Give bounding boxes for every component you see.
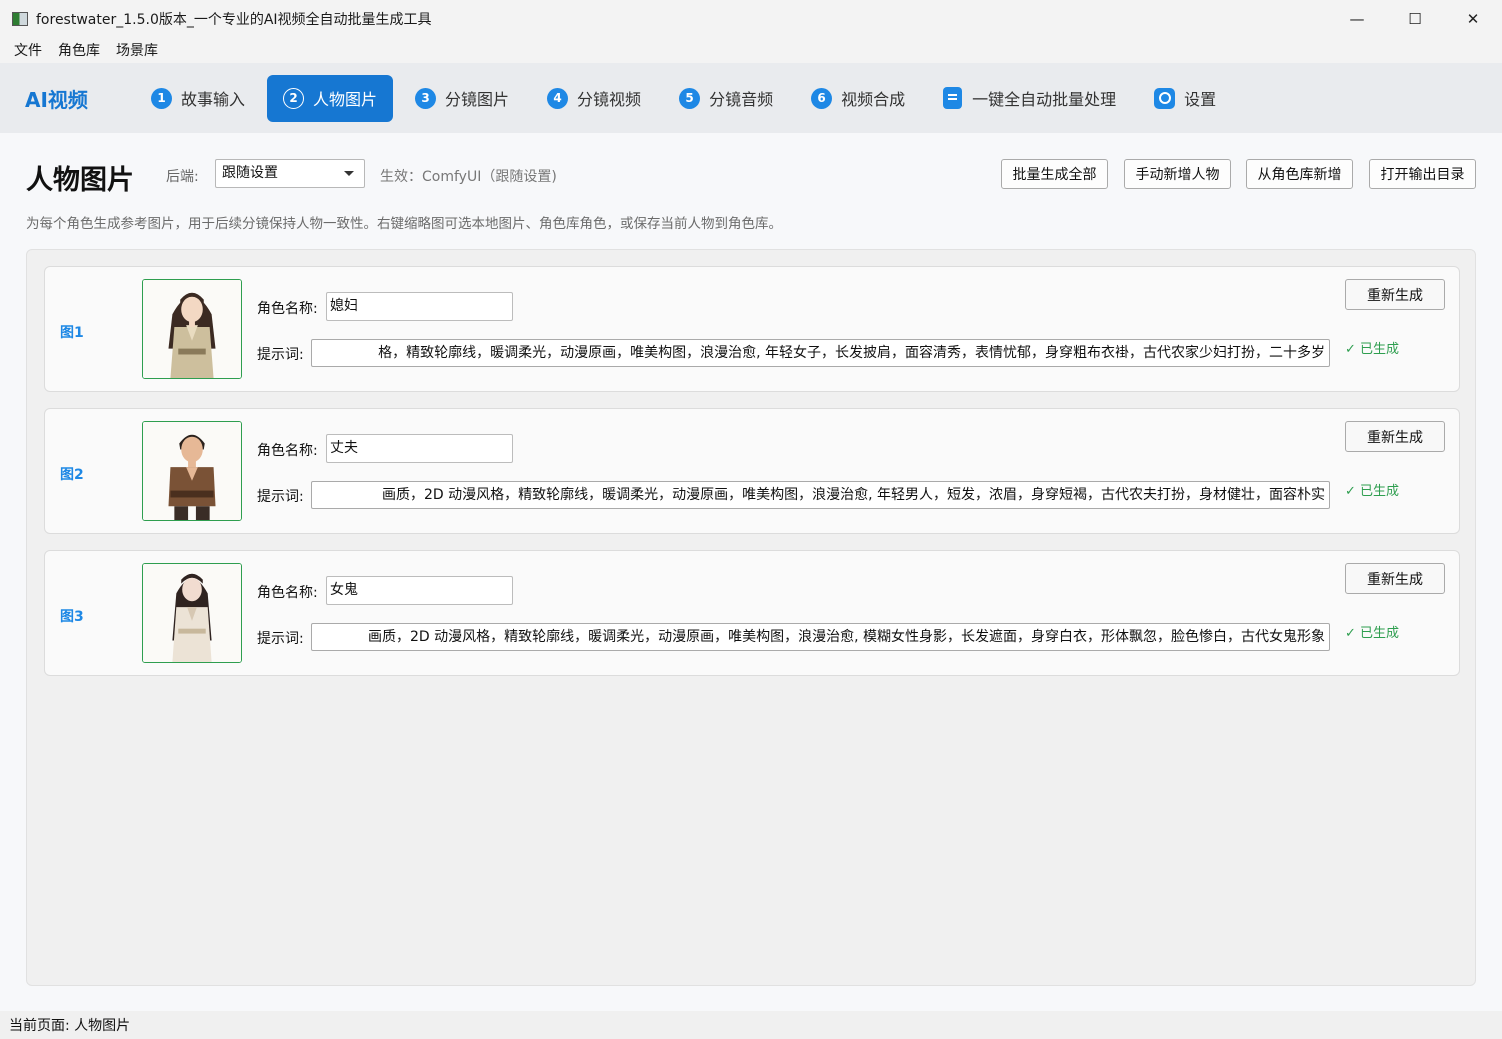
character-card: 图3 角色名称: 女鬼 提示词: 画质，2D 动漫风格，精致轮廓线，暖调柔光，动… — [44, 550, 1460, 676]
status-badge: ✓ 已生成 — [1345, 484, 1400, 499]
prompt-text: 格，精致轮廓线，暖调柔光，动漫原画，唯美构图，浪漫治愈, 年轻女子，长发披肩，面… — [378, 345, 1325, 361]
status-bar: 当前页面: 人物图片 — [0, 1011, 1502, 1039]
tab-label: 设置 — [1184, 90, 1217, 109]
effective-backend-text: 生效：ComfyUI（跟随设置) — [380, 169, 557, 185]
app-icon — [12, 11, 28, 26]
tab-label: 故事输入 — [181, 90, 246, 109]
nav-bar: AI视频 1 故事输入 2 人物图片 3 分镜图片 4 分镜视频 5 分镜音频 … — [0, 63, 1502, 133]
close-button[interactable]: ✕ — [1444, 0, 1502, 37]
manual-add-character-button[interactable]: 手动新增人物 — [1124, 159, 1231, 189]
step-5-icon: 5 — [679, 87, 701, 109]
regenerate-button[interactable]: 重新生成 — [1345, 421, 1445, 452]
character-name-input[interactable]: 女鬼 — [326, 576, 513, 605]
character-portrait-image — [143, 422, 241, 520]
regenerate-button[interactable]: 重新生成 — [1345, 563, 1445, 594]
add-from-library-button[interactable]: 从角色库新增 — [1246, 159, 1353, 189]
brand-logo: AI视频 — [25, 87, 88, 112]
character-thumbnail[interactable] — [142, 421, 242, 521]
tab-video-compose[interactable]: 6 视频合成 — [795, 75, 921, 122]
prompt-input[interactable]: 画质，2D 动漫风格，精致轮廓线，暖调柔光，动漫原画，唯美构图，浪漫治愈, 年轻… — [311, 481, 1330, 509]
step-6-icon: 6 — [811, 87, 833, 109]
prompt-label: 提示词: — [257, 489, 304, 505]
tab-label: 人物图片 — [313, 90, 378, 109]
regenerate-button[interactable]: 重新生成 — [1345, 279, 1445, 310]
menu-file[interactable]: 文件 — [6, 40, 50, 60]
document-icon — [943, 87, 963, 109]
page-title: 人物图片 — [26, 165, 134, 196]
step-2-icon: 2 — [283, 87, 305, 109]
character-index-label: 图2 — [60, 467, 84, 483]
character-index-label: 图1 — [60, 325, 84, 341]
gear-icon — [1154, 87, 1176, 109]
tab-storyboard-audio[interactable]: 5 分镜音频 — [663, 75, 789, 122]
character-index-label: 图3 — [60, 609, 84, 625]
open-output-folder-button[interactable]: 打开输出目录 — [1369, 159, 1476, 189]
prompt-label: 提示词: — [257, 631, 304, 647]
prompt-label: 提示词: — [257, 347, 304, 363]
character-name-input[interactable]: 丈夫 — [326, 434, 513, 463]
backend-select[interactable]: 跟随设置 — [215, 159, 365, 188]
character-name-label: 角色名称: — [257, 443, 318, 459]
step-4-icon: 4 — [547, 87, 569, 109]
prompt-input[interactable]: 画质，2D 动漫风格，精致轮廓线，暖调柔光，动漫原画，唯美构图，浪漫治愈, 模糊… — [311, 623, 1330, 651]
step-1-icon: 1 — [151, 87, 172, 109]
character-name-label: 角色名称: — [257, 301, 318, 317]
status-badge: ✓ 已生成 — [1345, 342, 1400, 357]
character-card: 图2 角色名称: 丈夫 提示词: 画质，2D 动漫风格，精致轮廓线，暖调柔光，动… — [44, 408, 1460, 534]
minimize-button[interactable]: — — [1328, 0, 1386, 37]
menu-bar: 文件 角色库 场景库 — [0, 37, 1502, 63]
character-name-input[interactable]: 媳妇 — [326, 292, 513, 321]
prompt-text: 画质，2D 动漫风格，精致轮廓线，暖调柔光，动漫原画，唯美构图，浪漫治愈, 年轻… — [381, 487, 1325, 503]
prompt-text: 画质，2D 动漫风格，精致轮廓线，暖调柔光，动漫原画，唯美构图，浪漫治愈, 模糊… — [367, 629, 1325, 645]
character-list: 图1 角色名称: 媳妇 提示词: 格，精致轮廓线，暖调柔光，动漫原画，唯美构图，… — [26, 249, 1476, 986]
window-title: forestwater_1.5.0版本_一个专业的AI视频全自动批量生成工具 — [36, 11, 432, 28]
tab-storyboard-video[interactable]: 4 分镜视频 — [531, 75, 657, 122]
maximize-button[interactable]: ☐ — [1386, 0, 1444, 37]
backend-label: 后端: — [166, 169, 199, 185]
step-3-icon: 3 — [415, 87, 437, 109]
tab-storyboard-images[interactable]: 3 分镜图片 — [399, 75, 525, 122]
tab-story-input[interactable]: 1 故事输入 — [135, 75, 261, 122]
status-badge: ✓ 已生成 — [1345, 626, 1400, 641]
tab-label: 分镜图片 — [445, 90, 510, 109]
character-card: 图1 角色名称: 媳妇 提示词: 格，精致轮廓线，暖调柔光，动漫原画，唯美构图，… — [44, 266, 1460, 392]
backend-select-value: 跟随设置 — [222, 165, 278, 181]
menu-character-library[interactable]: 角色库 — [50, 40, 108, 60]
tab-auto-batch[interactable]: 一键全自动批量处理 — [927, 75, 1132, 122]
tab-character-images[interactable]: 2 人物图片 — [267, 74, 394, 122]
page-description: 为每个角色生成参考图片，用于后续分镜保持人物一致性。右键缩略图可选本地图片、角色… — [26, 216, 782, 232]
tab-label: 分镜音频 — [709, 90, 774, 109]
title-bar: forestwater_1.5.0版本_一个专业的AI视频全自动批量生成工具 —… — [0, 0, 1502, 37]
tab-label: 一键全自动批量处理 — [972, 90, 1117, 109]
batch-generate-all-button[interactable]: 批量生成全部 — [1001, 159, 1108, 189]
tab-settings[interactable]: 设置 — [1138, 75, 1232, 122]
main-content: 人物图片 后端: 跟随设置 生效：ComfyUI（跟随设置) 批量生成全部 手动… — [0, 133, 1502, 1011]
character-portrait-image — [143, 280, 241, 378]
prompt-input[interactable]: 格，精致轮廓线，暖调柔光，动漫原画，唯美构图，浪漫治愈, 年轻女子，长发披肩，面… — [311, 339, 1330, 367]
window-controls: — ☐ ✕ — [1328, 0, 1502, 37]
chevron-down-icon — [344, 171, 354, 176]
tab-label: 视频合成 — [841, 90, 906, 109]
character-thumbnail[interactable] — [142, 563, 242, 663]
character-name-label: 角色名称: — [257, 585, 318, 601]
character-thumbnail[interactable] — [142, 279, 242, 379]
character-portrait-image — [143, 564, 241, 662]
menu-scene-library[interactable]: 场景库 — [108, 40, 166, 60]
tab-label: 分镜视频 — [577, 90, 642, 109]
